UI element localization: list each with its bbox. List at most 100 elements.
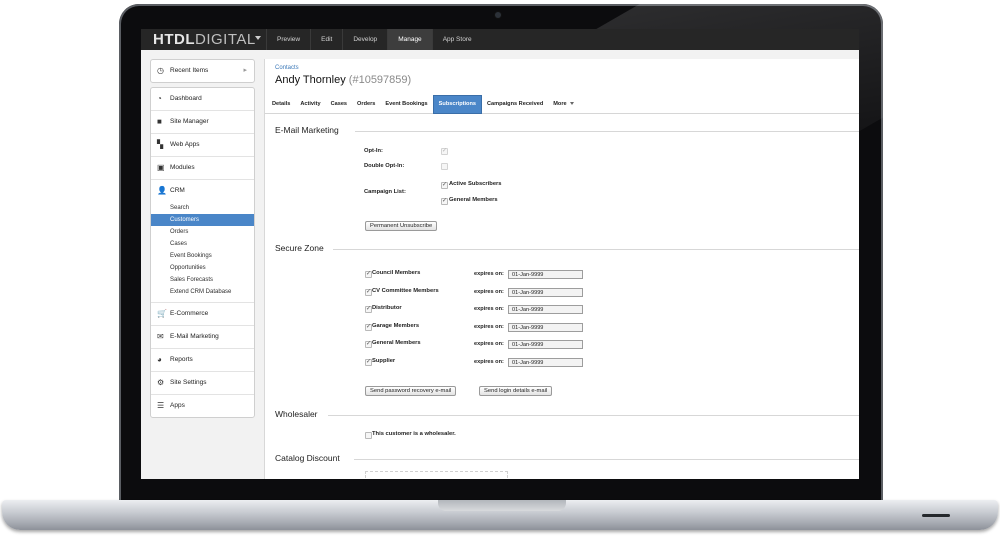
section-secure-zone-title: Secure Zone: [275, 243, 324, 253]
campaign-checkbox-active-subscribers[interactable]: [441, 181, 448, 189]
zone-label-cv-committee-members: CV Committee Members: [372, 288, 439, 294]
tab-more-label: More: [553, 101, 567, 107]
expires-label: expires on:: [474, 271, 504, 277]
zone-checkbox-garage-members[interactable]: [365, 323, 372, 331]
main-content: Contacts Andy Thornley (#10597859) Detai…: [264, 59, 859, 479]
zone-label-supplier: Supplier: [372, 358, 396, 364]
sidebar-sub-event-bookings[interactable]: Event Bookings: [151, 250, 254, 262]
tab-campaigns-received[interactable]: Campaigns Received: [482, 95, 548, 114]
nav-preview[interactable]: Preview: [266, 29, 310, 50]
sidebar-menu: ◔ Dashboard ■ Site Manager ▚ Web Apps ▣ …: [150, 87, 255, 418]
tab-more[interactable]: More: [548, 95, 578, 114]
clock-icon: ◷: [157, 66, 164, 75]
sidebar-item-label: Web Apps: [170, 141, 200, 148]
nav-manage[interactable]: Manage: [387, 29, 432, 50]
sidebar-item-label: Apps: [170, 402, 185, 409]
section-email-marketing-title: E-Mail Marketing: [275, 125, 339, 135]
double-opt-in-checkbox[interactable]: [441, 163, 448, 170]
brand-dropdown-icon[interactable]: [255, 36, 261, 40]
nav-develop[interactable]: Develop: [342, 29, 387, 50]
sidebar-item-label: Site Manager: [170, 118, 209, 125]
wholesaler-label: This customer is a wholesaler.: [372, 431, 456, 437]
permanent-unsubscribe-button[interactable]: Permanent Unsubscribe: [365, 221, 438, 231]
tab-orders[interactable]: Orders: [352, 95, 380, 114]
top-bar: HTDLDIGITAL Preview Edit Develop Manage …: [141, 29, 859, 50]
folder-icon: ■: [157, 117, 162, 126]
campaign-checkbox-general-members[interactable]: [441, 197, 448, 205]
opt-in-label: Opt-In:: [364, 148, 383, 154]
web-apps-icon: ▚: [157, 140, 164, 149]
expires-label: expires on:: [474, 289, 504, 295]
chevron-down-icon: [569, 102, 574, 106]
expires-label: expires on:: [474, 359, 504, 365]
sidebar-item-web-apps[interactable]: ▚ Web Apps: [151, 134, 254, 157]
campaign-label-general-members: General Members: [449, 197, 498, 203]
expires-label: expires on:: [474, 324, 504, 330]
nav-app-store[interactable]: App Store: [431, 29, 482, 50]
sidebar-sub-opportunities[interactable]: Opportunities: [151, 262, 254, 274]
cart-icon: 🛒: [157, 309, 167, 318]
expires-label: expires on:: [474, 341, 504, 347]
screen: HTDLDIGITAL Preview Edit Develop Manage …: [141, 29, 859, 479]
laptop-indicator: [922, 514, 950, 517]
sidebar-item-site-settings[interactable]: ⚙ Site Settings: [151, 372, 254, 395]
stack-icon: ☰: [157, 401, 165, 410]
send-password-recovery-button[interactable]: Send password recovery e-mail: [365, 386, 457, 396]
sidebar-item-dashboard[interactable]: ◔ Dashboard: [151, 88, 254, 111]
sidebar-item-modules[interactable]: ▣ Modules: [151, 157, 254, 180]
zone-label-garage-members: Garage Members: [372, 323, 420, 329]
expires-input-garage-members[interactable]: 01-Jan-9999: [508, 323, 583, 332]
brand-logo[interactable]: HTDLDIGITAL: [153, 30, 256, 49]
zone-checkbox-council-members[interactable]: [365, 270, 372, 278]
sidebar-sub-search[interactable]: Search: [151, 202, 254, 214]
zone-checkbox-supplier[interactable]: [365, 358, 372, 366]
sidebar-item-label: CRM: [170, 187, 185, 194]
sidebar-sub-cases[interactable]: Cases: [151, 238, 254, 250]
tab-details[interactable]: Details: [267, 95, 295, 114]
tab-subscriptions[interactable]: Subscriptions: [432, 95, 482, 114]
breadcrumb[interactable]: Contacts: [275, 65, 299, 71]
send-login-details-button[interactable]: Send login details e-mail: [479, 386, 553, 396]
expires-label: expires on:: [474, 306, 504, 312]
sidebar-sub-sales-forecasts[interactable]: Sales Forecasts: [151, 274, 254, 286]
user-icon: 👤: [157, 186, 167, 195]
sidebar-item-apps[interactable]: ☰ Apps: [151, 395, 254, 417]
sidebar-sub-orders[interactable]: Orders: [151, 226, 254, 238]
sidebar-item-crm[interactable]: 👤 CRM: [151, 180, 254, 202]
section-divider: [333, 249, 859, 250]
expires-input-council-members[interactable]: 01-Jan-9999: [508, 270, 583, 279]
zone-checkbox-distributor[interactable]: [365, 305, 372, 313]
tab-cases[interactable]: Cases: [326, 95, 352, 114]
zone-checkbox-cv-committee-members[interactable]: [365, 288, 372, 296]
expires-input-cv-committee-members[interactable]: 01-Jan-9999: [508, 288, 583, 297]
nav-edit[interactable]: Edit: [310, 29, 342, 50]
email-icon: ✉: [157, 332, 164, 341]
sidebar-item-label: Modules: [170, 164, 195, 171]
contact-name: Andy Thornley: [275, 74, 346, 86]
zone-label-general-members: General Members: [372, 340, 421, 346]
tab-event-bookings[interactable]: Event Bookings: [380, 95, 432, 114]
sidebar-item-reports[interactable]: ◕ Reports: [151, 349, 254, 372]
contact-id: (#10597859): [348, 74, 412, 86]
double-opt-in-label: Double Opt-In:: [364, 163, 405, 169]
sidebar-item-site-manager[interactable]: ■ Site Manager: [151, 111, 254, 134]
campaign-list-label: Campaign List:: [364, 189, 406, 195]
tab-activity[interactable]: Activity: [295, 95, 325, 114]
expires-input-distributor[interactable]: 01-Jan-9999: [508, 305, 583, 314]
wholesaler-checkbox[interactable]: [365, 432, 372, 439]
sidebar-sub-customers[interactable]: Customers: [151, 214, 254, 226]
sidebar-item-email-marketing[interactable]: ✉ E-Mail Marketing: [151, 326, 254, 349]
sidebar-sub-extend-crm[interactable]: Extend CRM Database: [151, 286, 254, 298]
expires-input-general-members[interactable]: 01-Jan-9999: [508, 340, 583, 349]
sidebar-item-e-commerce[interactable]: 🛒 E-Commerce: [151, 303, 254, 326]
sidebar-item-label: E-Commerce: [170, 310, 209, 317]
page-title: Andy Thornley (#10597859): [275, 74, 411, 86]
expires-input-supplier[interactable]: 01-Jan-9999: [508, 358, 583, 367]
zone-checkbox-general-members[interactable]: [365, 340, 372, 348]
sidebar-item-label: Recent Items: [170, 67, 209, 74]
opt-in-checkbox[interactable]: [441, 147, 448, 155]
sidebar: ◷ Recent Items ▸ ◔ Dashboard ■ Site Mana…: [150, 59, 255, 422]
sidebar-item-label: Dashboard: [170, 95, 202, 102]
section-wholesaler-title: Wholesaler: [275, 409, 318, 419]
sidebar-item-recent[interactable]: ◷ Recent Items ▸: [151, 60, 254, 82]
